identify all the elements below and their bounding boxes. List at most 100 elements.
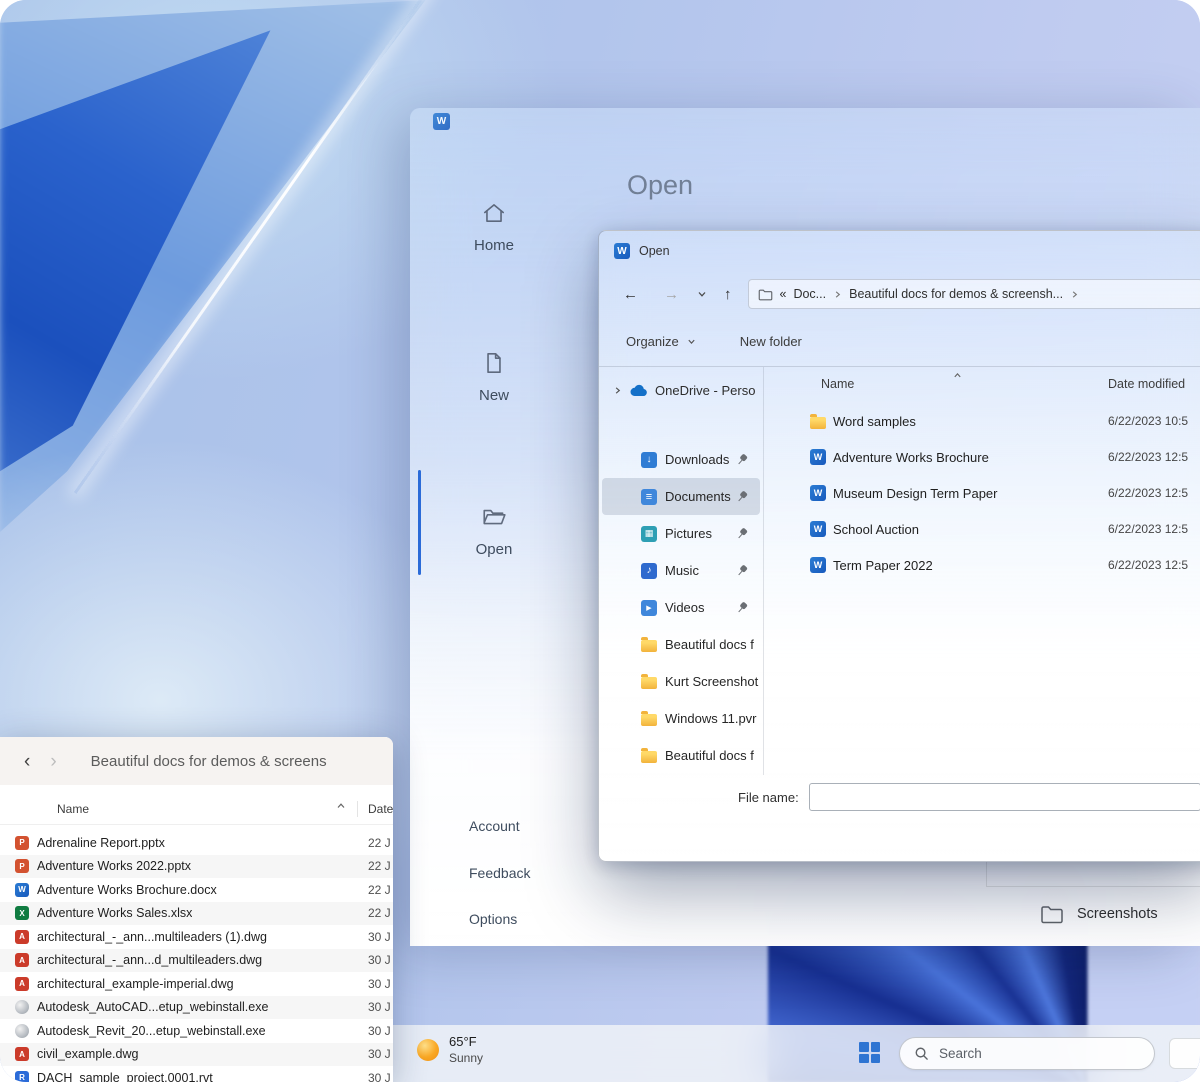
column-header-date[interactable]: Date [368, 802, 393, 816]
start-button[interactable] [859, 1042, 880, 1063]
file-row[interactable]: DACH_sample_project.0001.rvt 30 J [0, 1066, 393, 1082]
file-row[interactable]: architectural_example-imperial.dwg 30 J [0, 972, 393, 996]
file-icon [15, 906, 29, 920]
breadcrumb-item[interactable]: Beautiful docs for demos & screensh... [849, 287, 1063, 301]
chevron-down-icon [687, 337, 696, 346]
back-chevron-icon[interactable]: ‹ [24, 752, 30, 771]
file-name: DACH_sample_project.0001.rvt [37, 1071, 213, 1082]
column-header-date-modified[interactable]: Date modified [1108, 377, 1185, 391]
backstage-nav-open[interactable]: Open [410, 496, 578, 570]
organize-button[interactable]: Organize [626, 334, 679, 349]
file-date: 30 J [368, 1024, 391, 1038]
forward-arrow-icon[interactable]: → [664, 287, 679, 302]
backstage-page-title: Open [627, 170, 693, 201]
file-date-modified: 6/22/2023 12:5 [1108, 450, 1188, 464]
file-date: 30 J [368, 1071, 391, 1082]
weather-temperature: 65°F [449, 1034, 483, 1051]
file-list-item[interactable]: Term Paper 2022 6/22/2023 12:5 [777, 547, 1200, 583]
file-list-item[interactable]: Adventure Works Brochure 6/22/2023 12:5 [777, 439, 1200, 475]
file-list-item[interactable]: Word samples 6/22/2023 10:5 [777, 403, 1200, 439]
tree-item-label: Pictures [665, 526, 712, 541]
filename-label: File name: [738, 790, 799, 805]
file-icon [15, 977, 29, 991]
file-row[interactable]: Adventure Works Sales.xlsx 22 J [0, 902, 393, 926]
windows-logo-icon [871, 1042, 881, 1052]
backstage-nav-new[interactable]: New [410, 342, 578, 416]
tree-item-onedrive[interactable]: OneDrive - Perso [599, 375, 763, 405]
tree-item-label: Downloads [665, 452, 729, 467]
file-date-modified: 6/22/2023 12:5 [1108, 558, 1188, 572]
word-app-icon [614, 243, 630, 259]
new-folder-button[interactable]: New folder [740, 334, 802, 349]
back-arrow-icon[interactable]: ← [623, 287, 638, 302]
tree-item[interactable]: Beautiful docs f [602, 737, 760, 774]
tree-item[interactable]: Pictures [602, 515, 760, 552]
file-name: architectural_example-imperial.dwg [37, 977, 234, 991]
tree-item[interactable]: Downloads [602, 441, 760, 478]
file-row[interactable]: Autodesk_Revit_20...etup_webinstall.exe … [0, 1019, 393, 1043]
taskbar-search-box[interactable]: Search [899, 1037, 1155, 1070]
file-date: 22 J [368, 836, 391, 850]
tree-item-icon [641, 640, 657, 652]
backstage-nav-home[interactable]: Home [410, 192, 578, 266]
file-date-modified: 6/22/2023 12:5 [1108, 486, 1188, 500]
recent-folder-screenshots[interactable]: Screenshots [1040, 896, 1158, 932]
new-document-icon [481, 350, 507, 376]
tree-item-label: Beautiful docs f [665, 637, 754, 652]
file-name: Autodesk_AutoCAD...etup_webinstall.exe [37, 1000, 268, 1014]
file-date: 30 J [368, 977, 391, 991]
taskbar-corner-item[interactable] [1169, 1038, 1200, 1069]
dialog-titlebar[interactable]: Open [599, 231, 1200, 271]
file-date: 30 J [368, 1047, 391, 1061]
tree-item[interactable]: Kurt Screenshot [602, 663, 760, 700]
file-row[interactable]: architectural_-_ann...d_multileaders.dwg… [0, 949, 393, 973]
file-date: 22 J [368, 883, 391, 897]
recent-locations-chevron-icon[interactable] [697, 289, 707, 299]
file-list-item[interactable]: School Auction 6/22/2023 12:5 [777, 511, 1200, 547]
breadcrumb-item[interactable]: Doc... [793, 287, 826, 301]
explorer-header: ‹ › Beautiful docs for demos & screens [0, 737, 393, 785]
column-header-name[interactable]: Name [821, 377, 854, 391]
search-label: Search [939, 1046, 982, 1061]
backstage-nav-label: Home [474, 237, 514, 254]
explorer-file-list: Adrenaline Report.pptx 22 J Adventure Wo… [0, 831, 393, 1082]
expand-chevron-icon[interactable] [613, 386, 622, 395]
taskbar-weather-widget[interactable]: 65°F Sunny [417, 1034, 483, 1066]
file-row[interactable]: Adventure Works 2022.pptx 22 J [0, 855, 393, 879]
address-breadcrumb-box[interactable]: « Doc... Beautiful docs for demos & scre… [748, 279, 1200, 309]
file-row[interactable]: Adrenaline Report.pptx 22 J [0, 831, 393, 855]
backstage-nav-options[interactable]: Options [469, 911, 517, 927]
backstage-nav-feedback[interactable]: Feedback [469, 865, 530, 881]
file-row[interactable]: Adventure Works Brochure.docx 22 J [0, 878, 393, 902]
forward-chevron-icon[interactable]: › [50, 752, 56, 771]
tree-item[interactable]: Beautiful docs f [602, 626, 760, 663]
breadcrumb-overflow[interactable]: « [780, 287, 787, 301]
pin-icon [735, 563, 750, 578]
tree-item[interactable]: Videos [602, 589, 760, 626]
filename-input[interactable] [809, 783, 1200, 811]
tree-item[interactable]: Windows 11.pvr [602, 700, 760, 737]
file-date: 22 J [368, 859, 391, 873]
column-header-name[interactable]: Name [57, 802, 89, 816]
file-icon [810, 485, 826, 501]
column-divider[interactable] [357, 801, 358, 817]
tree-item-icon [641, 714, 657, 726]
tree-item[interactable]: Documents [602, 478, 760, 515]
file-icon [15, 1047, 29, 1061]
file-icon [15, 883, 29, 897]
tree-item[interactable]: Music [602, 552, 760, 589]
up-arrow-icon[interactable]: ↑ [724, 287, 732, 302]
file-row[interactable]: Autodesk_AutoCAD...etup_webinstall.exe 3… [0, 996, 393, 1020]
pin-icon [735, 600, 750, 615]
file-list-item[interactable]: Museum Design Term Paper 6/22/2023 12:5 [777, 475, 1200, 511]
tree-item-label: Videos [665, 600, 705, 615]
file-row[interactable]: civil_example.dwg 30 J [0, 1043, 393, 1067]
file-list-pane: Name Date modified Word samples 6/22/202… [764, 367, 1200, 775]
file-date: 30 J [368, 1000, 391, 1014]
file-row[interactable]: architectural_-_ann...multileaders (1).d… [0, 925, 393, 949]
tree-item-icon [641, 489, 657, 505]
file-name: Museum Design Term Paper [833, 486, 998, 501]
file-list: Word samples 6/22/2023 10:5 Adventure Wo… [777, 403, 1200, 583]
file-icon [15, 930, 29, 944]
backstage-nav-account[interactable]: Account [469, 818, 520, 834]
